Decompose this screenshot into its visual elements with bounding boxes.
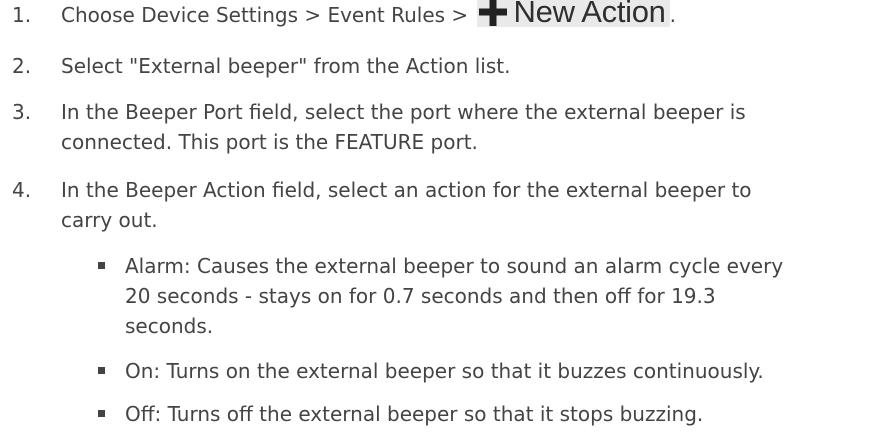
step-number: 1. [12,3,32,27]
step-1-prefix: Choose Device Settings > Event Rules > [61,3,475,27]
square-bullet-icon [98,367,105,374]
step-1-suffix: . [669,3,676,27]
step-text: Choose Device Settings > Event Rules > N… [61,0,676,32]
step-number: 3. [12,100,32,124]
bullet-text-line: Alarm: Causes the external beeper to sou… [125,254,784,278]
step-text-line: carry out. [61,208,158,232]
square-bullet-icon [98,410,105,417]
step-text-line: In the Beeper Port field, select the por… [61,100,746,124]
bullet-text-line: 20 seconds - stays on for 0.7 seconds an… [125,284,716,308]
step-text-line: connected. This port is the FEATURE port… [61,130,478,154]
bullet-text-line: seconds. [125,314,214,338]
step-number: 4. [12,178,32,202]
step-text: Select "External beeper" from the Action… [61,54,511,78]
bullet-text-line: Off: Turns off the external beeper so th… [125,402,704,426]
square-bullet-icon [98,262,105,269]
step-text-line: In the Beeper Action field, select an ac… [61,178,752,202]
plus-icon [478,0,507,26]
step-number: 2. [12,54,32,78]
new-action-label: New Action [513,0,666,29]
bullet-text-line: On: Turns on the external beeper so that… [125,359,764,383]
new-action-button[interactable]: New Action [476,0,670,29]
